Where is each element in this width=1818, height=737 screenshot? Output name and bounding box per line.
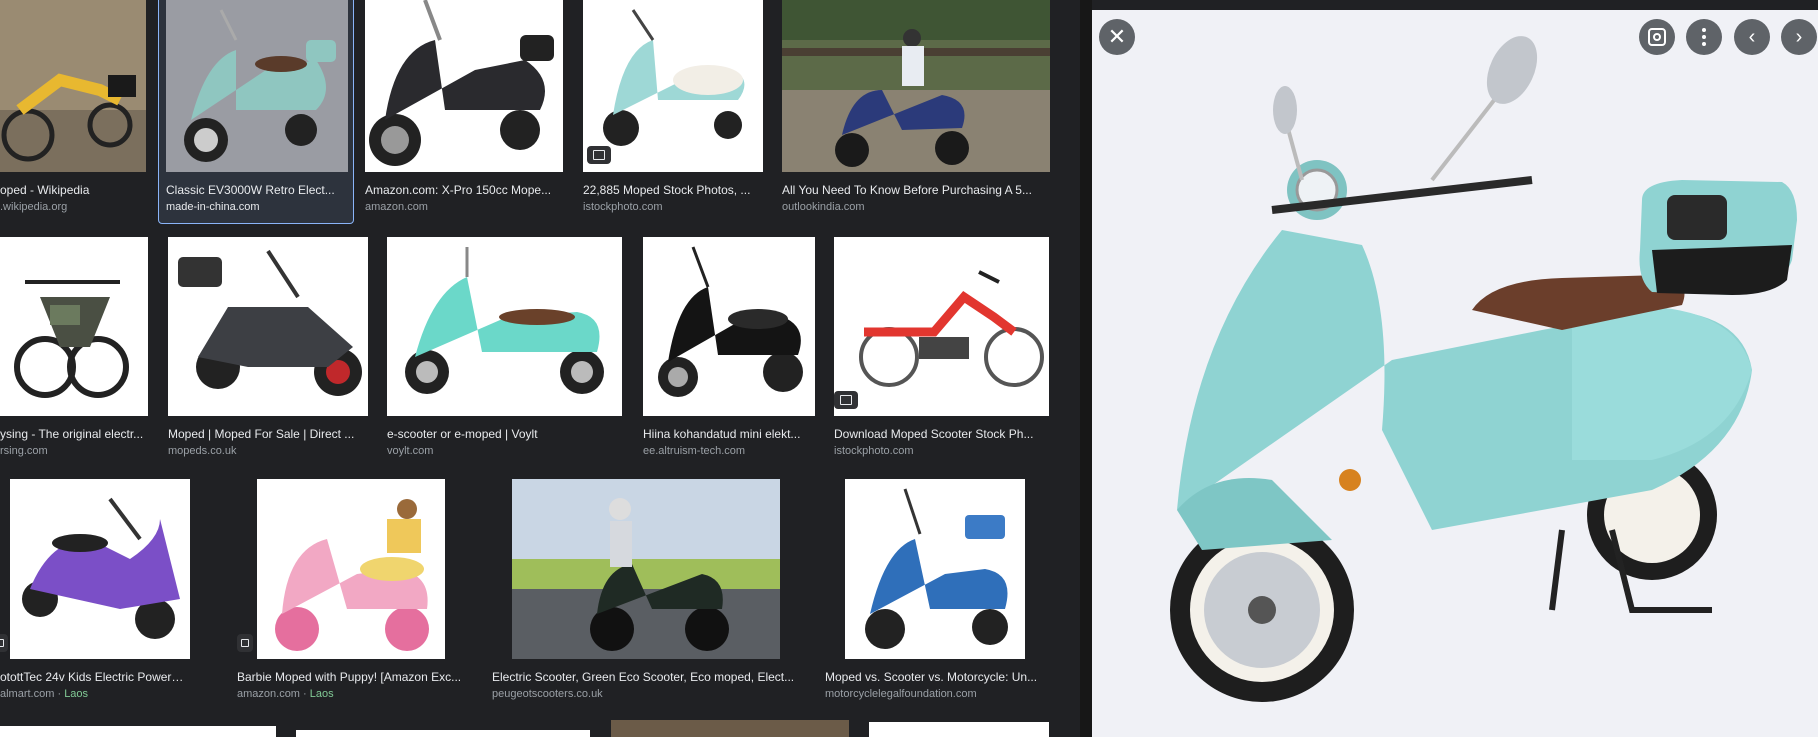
result-title[interactable]: otottTec 24v Kids Electric Powered ... <box>0 670 190 684</box>
result-title[interactable]: oped - Wikipedia <box>0 183 146 197</box>
result-tile[interactable]: 22,885 Moped Stock Photos, ... istockpho… <box>583 0 763 215</box>
result-title[interactable]: e-scooter or e-moped | Voylt <box>387 427 622 441</box>
result-source[interactable]: rsing.com <box>0 445 148 458</box>
result-tile[interactable] <box>611 720 849 737</box>
result-title[interactable]: Moped vs. Scooter vs. Motorcycle: Un... <box>825 670 1055 684</box>
result-source[interactable]: .wikipedia.org <box>0 201 146 214</box>
result-source[interactable]: istockphoto.com <box>583 201 763 214</box>
image-results-grid: oped - Wikipedia .wikipedia.org Classic … <box>0 0 1070 737</box>
result-thumbnail[interactable] <box>845 479 1025 659</box>
image-badge-icon <box>834 391 858 409</box>
result-title[interactable]: Download Moped Scooter Stock Ph... <box>834 427 1049 441</box>
result-tile[interactable] <box>0 726 276 737</box>
result-source[interactable]: peugeotscooters.co.uk <box>492 688 802 701</box>
source-separator: · <box>54 688 65 700</box>
result-thumbnail[interactable] <box>296 730 590 737</box>
result-tile[interactable]: Amazon.com: X-Pro 150cc Mope... amazon.c… <box>365 0 563 215</box>
result-source[interactable]: mopeds.co.uk <box>168 445 368 458</box>
lens-icon[interactable] <box>1639 19 1675 55</box>
result-tile[interactable]: Electric Scooter, Green Eco Scooter, Eco… <box>492 479 802 701</box>
result-thumbnail[interactable] <box>643 237 815 416</box>
result-thumbnail[interactable] <box>869 722 1049 737</box>
result-tile[interactable]: otottTec 24v Kids Electric Powered ... a… <box>0 479 190 701</box>
result-source[interactable]: almart.com · Laos <box>0 688 190 701</box>
result-tile[interactable]: Classic EV3000W Retro Elect... made-in-c… <box>166 0 348 215</box>
chevron-left-icon[interactable]: ‹ <box>1734 19 1770 55</box>
source-separator: · <box>299 688 310 700</box>
result-tile[interactable]: e-scooter or e-moped | Voylt voylt.com <box>387 237 622 457</box>
result-thumbnail[interactable] <box>168 237 368 416</box>
result-title[interactable]: All You Need To Know Before Purchasing A… <box>782 183 1050 197</box>
panel-divider <box>1080 0 1092 737</box>
result-thumbnail[interactable] <box>0 237 148 416</box>
result-thumbnail[interactable] <box>512 479 780 659</box>
tag-icon <box>0 634 8 652</box>
preview-image[interactable] <box>1092 10 1818 737</box>
result-tile[interactable] <box>296 730 590 737</box>
result-title[interactable]: ysing - The original electr... <box>0 427 148 441</box>
result-source-domain: almart.com <box>0 688 55 700</box>
result-title[interactable]: 22,885 Moped Stock Photos, ... <box>583 183 763 197</box>
result-title[interactable]: Electric Scooter, Green Eco Scooter, Eco… <box>492 670 802 684</box>
result-tile[interactable]: Download Moped Scooter Stock Ph... istoc… <box>834 237 1049 457</box>
scooter-illustration <box>1092 10 1818 737</box>
result-thumbnail[interactable] <box>611 720 849 737</box>
result-tile[interactable]: oped - Wikipedia .wikipedia.org <box>0 0 146 215</box>
result-source[interactable]: voylt.com <box>387 445 622 458</box>
chevron-right-icon[interactable]: › <box>1781 19 1817 55</box>
result-thumbnail[interactable] <box>257 479 445 659</box>
result-source[interactable]: outlookindia.com <box>782 201 1050 214</box>
result-title[interactable]: Hiina kohandatud mini elekt... <box>643 427 815 441</box>
result-thumbnail[interactable] <box>0 0 146 172</box>
result-title[interactable]: Classic EV3000W Retro Elect... <box>166 183 348 197</box>
result-location: Laos <box>309 688 334 700</box>
result-thumbnail[interactable] <box>10 479 190 659</box>
result-tile[interactable]: Barbie Moped with Puppy! [Amazon Exc... … <box>237 479 462 701</box>
more-vert-icon[interactable] <box>1686 19 1722 55</box>
result-thumbnail[interactable] <box>166 0 348 172</box>
result-title[interactable]: Moped | Moped For Sale | Direct ... <box>168 427 368 441</box>
image-badge-icon <box>587 146 611 164</box>
result-tile[interactable]: Moped | Moped For Sale | Direct ... mope… <box>168 237 368 457</box>
close-icon[interactable]: ✕ <box>1099 19 1135 55</box>
preview-panel: ✕ ‹ › <box>1092 0 1818 737</box>
result-source[interactable]: motorcyclelegalfoundation.com <box>825 688 1055 701</box>
result-tile[interactable]: ysing - The original electr... rsing.com <box>0 237 148 457</box>
result-thumbnail[interactable] <box>365 0 563 172</box>
result-source[interactable]: made-in-china.com <box>166 201 348 214</box>
result-location: Laos <box>64 688 89 700</box>
result-tile[interactable]: Moped vs. Scooter vs. Motorcycle: Un... … <box>825 479 1055 701</box>
result-thumbnail[interactable] <box>583 0 763 172</box>
result-source[interactable]: amazon.com · Laos <box>237 688 462 701</box>
result-thumbnail[interactable] <box>387 237 622 416</box>
result-thumbnail[interactable] <box>0 726 276 737</box>
result-tile[interactable]: Hiina kohandatud mini elekt... ee.altrui… <box>643 237 815 457</box>
result-thumbnail[interactable] <box>782 0 1050 172</box>
result-title[interactable]: Barbie Moped with Puppy! [Amazon Exc... <box>237 670 462 684</box>
result-source[interactable]: ee.altruism-tech.com <box>643 445 815 458</box>
result-title[interactable]: Amazon.com: X-Pro 150cc Mope... <box>365 183 563 197</box>
result-source-domain: amazon.com <box>237 688 300 700</box>
tag-icon <box>237 634 253 652</box>
result-tile[interactable] <box>869 722 1049 737</box>
result-source[interactable]: amazon.com <box>365 201 563 214</box>
result-source[interactable]: istockphoto.com <box>834 445 1049 458</box>
result-thumbnail[interactable] <box>834 237 1049 416</box>
result-tile[interactable]: All You Need To Know Before Purchasing A… <box>782 0 1050 215</box>
